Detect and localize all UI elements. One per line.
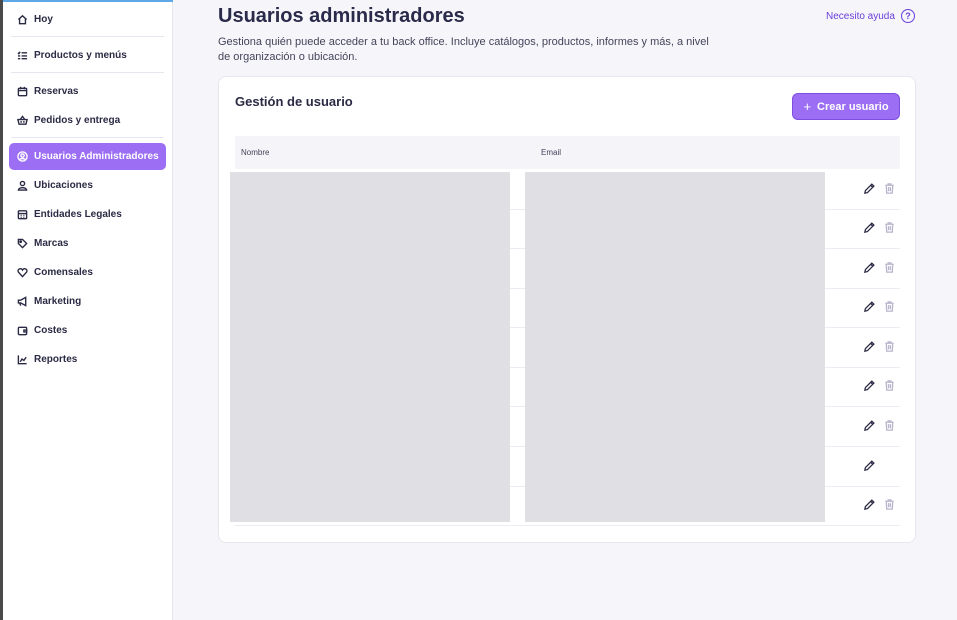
pencil-icon[interactable] [862,418,876,432]
user-circle-icon [16,151,28,163]
sidebar-item-label: Reportes [34,354,78,365]
sidebar-item-marketing[interactable]: Marketing [9,288,166,315]
row-actions [862,378,896,392]
megaphone-icon [16,296,28,308]
row-actions [862,260,896,274]
sidebar-divider [11,36,164,37]
sidebar-item-reservas[interactable]: Reservas [9,78,166,105]
user-management-card: Gestión de usuario + Crear usuario Nombr… [218,76,916,543]
question-circle-icon: ? [900,9,915,23]
column-header-email: Email [541,148,562,157]
sidebar-item-label: Productos y menús [34,50,127,61]
page-title: Usuarios administradores [218,5,465,27]
pencil-icon[interactable] [862,220,876,234]
sidebar-item-pedidos[interactable]: Pedidos y entrega [9,107,166,134]
trash-icon[interactable] [882,497,896,511]
sidebar-item-hoy[interactable]: Hoy [9,6,166,33]
basket-icon [16,115,28,127]
sidebar-item-label: Ubicaciones [34,180,93,191]
heart-icon [16,267,28,279]
trash-icon[interactable] [882,378,896,392]
sidebar-item-label: Comensales [34,267,93,278]
trash-icon[interactable] [882,220,896,234]
row-actions [862,497,896,511]
pencil-icon[interactable] [862,378,876,392]
sidebar-item-label: Marcas [34,238,69,249]
sidebar-item-entidades-legales[interactable]: Entidades Legales [9,201,166,228]
create-user-button[interactable]: + Crear usuario [792,93,900,120]
row-actions [862,458,876,472]
plus-icon: + [803,99,812,114]
trash-icon[interactable] [882,418,896,432]
redacted-email-column [525,172,825,522]
building-icon [16,209,28,221]
sidebar-item-comensales[interactable]: Comensales [9,259,166,286]
sidebar-item-label: Marketing [34,296,82,307]
row-actions [862,181,896,195]
tag-icon [16,238,28,250]
sidebar-item-reportes[interactable]: Reportes [9,346,166,373]
pencil-icon[interactable] [862,299,876,313]
pencil-icon[interactable] [862,458,876,472]
chart-icon [16,354,28,366]
sidebar-item-label: Reservas [34,86,79,97]
pencil-icon[interactable] [862,181,876,195]
sidebar-item-label: Hoy [34,14,53,25]
sidebar-item-label: Costes [34,325,68,336]
sidebar-item-usuarios-administradores[interactable]: Usuarios Administradores [9,143,166,170]
row-actions [862,220,896,234]
help-link-label: Necesito ayuda [826,10,895,22]
trash-icon[interactable] [882,260,896,274]
redacted-name-column [230,172,510,522]
home-icon [16,14,28,26]
sidebar: Hoy Productos y menús Reservas Pedidos y… [3,0,173,620]
table-header: Nombre Email [235,136,900,169]
sidebar-item-label: Entidades Legales [34,209,122,220]
list-icon [16,50,28,62]
pencil-icon[interactable] [862,260,876,274]
pencil-icon[interactable] [862,339,876,353]
calendar-icon [16,86,28,98]
create-user-button-label: Crear usuario [817,100,889,113]
page-description: Gestiona quién puede acceder a tu back o… [218,36,709,63]
sidebar-item-costes[interactable]: Costes [9,317,166,344]
sidebar-item-productos[interactable]: Productos y menús [9,42,166,69]
row-actions [862,339,896,353]
row-actions [862,418,896,432]
user-location-icon [16,180,28,192]
column-header-name: Nombre [241,148,270,157]
sidebar-divider [11,137,164,138]
trash-icon[interactable] [882,181,896,195]
sidebar-item-label: Pedidos y entrega [34,115,121,126]
pencil-icon[interactable] [862,497,876,511]
help-link[interactable]: Necesito ayuda ? [826,9,915,23]
trash-icon[interactable] [882,339,896,353]
sidebar-item-label: Usuarios Administradores [34,151,159,162]
sidebar-item-marcas[interactable]: Marcas [9,230,166,257]
sidebar-item-ubicaciones[interactable]: Ubicaciones [9,172,166,199]
row-actions [862,299,896,313]
wallet-icon [16,325,28,337]
sidebar-divider [11,72,164,73]
card-title: Gestión de usuario [235,94,353,109]
trash-icon[interactable] [882,299,896,313]
